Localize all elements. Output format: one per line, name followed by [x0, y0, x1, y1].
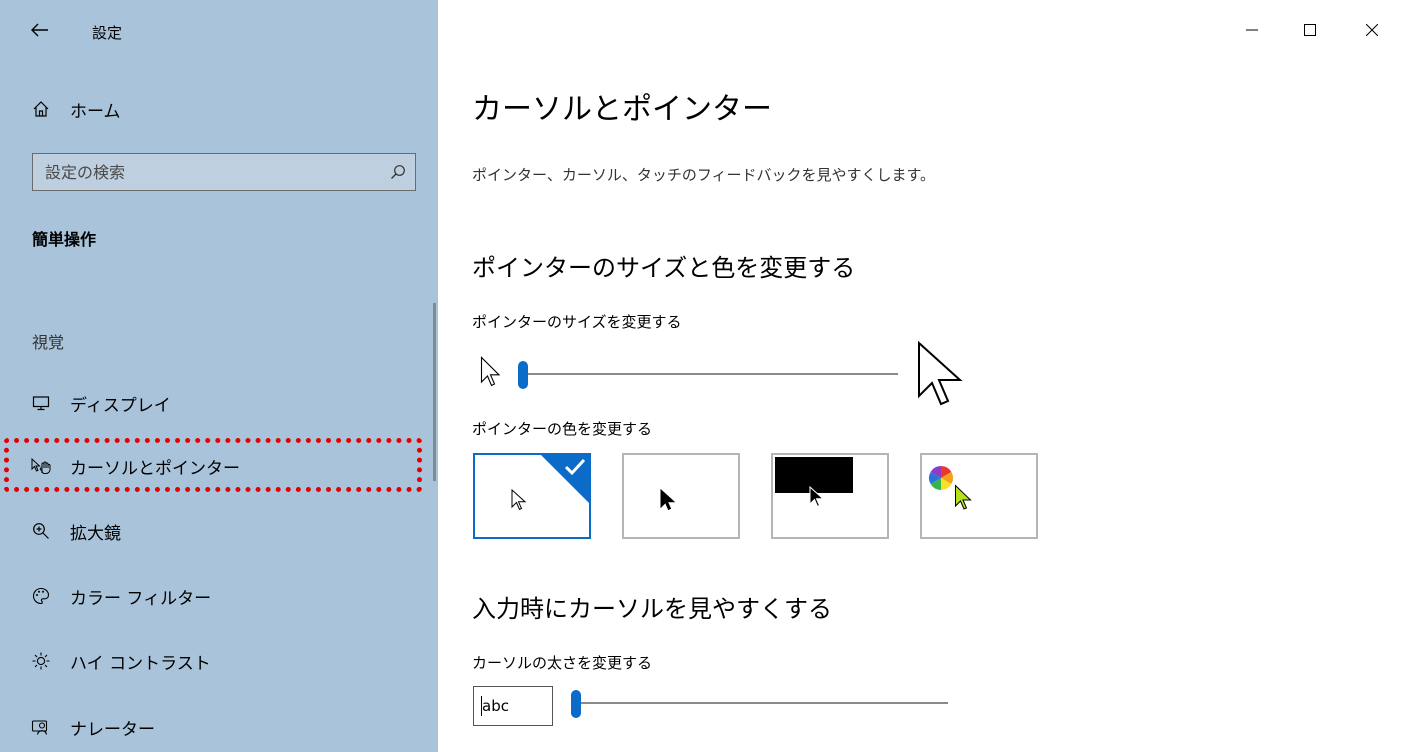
check-icon [564, 458, 586, 476]
sidebar-item-high-contrast[interactable]: ハイ コントラスト [0, 636, 438, 686]
sidebar: 設定 ホーム 簡単操作 視覚 ディスプレイ [0, 0, 438, 752]
cursor-thickness-slider-track[interactable] [574, 702, 948, 704]
cursor-thickness-slider-thumb[interactable] [571, 690, 581, 718]
maximize-icon [1304, 24, 1316, 36]
sidebar-item-cursor-pointer[interactable]: カーソルとポインター [0, 441, 438, 491]
settings-search [32, 153, 416, 191]
pointer-color-white-option[interactable] [473, 453, 591, 539]
cursor-thickness-label: カーソルの太さを変更する [472, 654, 653, 672]
minimize-button[interactable] [1236, 14, 1268, 46]
page-description: ポインター、カーソル、タッチのフィードバックを見やすくします。 [472, 166, 936, 184]
pointer-color-custom-option[interactable] [920, 453, 1038, 539]
home-icon [30, 98, 52, 120]
cursor-preview-text: abc [482, 697, 509, 715]
group-heading-vision: 視覚 [32, 333, 65, 352]
palette-icon [30, 585, 52, 607]
pointer-size-slider-thumb[interactable] [518, 361, 528, 389]
magnifier-icon [30, 520, 52, 542]
sidebar-item-display[interactable]: ディスプレイ [0, 378, 438, 428]
pointer-size-label: ポインターのサイズを変更する [472, 313, 682, 331]
sidebar-item-label: ナレーター [70, 719, 155, 740]
pointer-color-black-option[interactable] [622, 453, 740, 539]
nav-home-label: ホーム [70, 101, 121, 122]
search-icon[interactable] [387, 161, 409, 183]
back-arrow-icon [31, 23, 48, 37]
inverted-pointer-icon [809, 486, 825, 508]
cursor-hand-icon [30, 455, 52, 477]
white-pointer-icon [511, 489, 527, 511]
search-input[interactable] [33, 154, 385, 190]
cursor-section-heading: 入力時にカーソルを見やすくする [472, 595, 832, 623]
sidebar-item-magnifier[interactable]: 拡大鏡 [0, 506, 438, 556]
title-bar: 設定 [0, 0, 438, 64]
narrator-icon [30, 716, 52, 738]
color-wheel-icon [929, 466, 953, 490]
large-pointer-icon [918, 340, 963, 406]
sidebar-item-label: 拡大鏡 [70, 523, 121, 544]
small-pointer-icon [480, 356, 501, 387]
monitor-icon [30, 392, 52, 414]
close-icon [1366, 24, 1378, 36]
app-title: 設定 [92, 24, 123, 42]
page-title: カーソルとポインター [472, 92, 772, 127]
sidebar-item-label: ハイ コントラスト [70, 653, 211, 674]
custom-color-pointer-icon [955, 484, 972, 510]
back-button[interactable] [24, 14, 56, 46]
black-pointer-icon [660, 489, 676, 511]
sidebar-item-label: ディスプレイ [70, 395, 171, 416]
sidebar-scrollbar[interactable] [433, 303, 436, 481]
pointer-color-label: ポインターの色を変更する [472, 420, 653, 438]
maximize-button[interactable] [1294, 14, 1326, 46]
pointer-size-slider-track[interactable] [520, 373, 898, 375]
sidebar-item-label: カラー フィルター [70, 588, 212, 609]
close-button[interactable] [1356, 14, 1388, 46]
nav-home[interactable]: ホーム [0, 84, 438, 134]
sun-icon [30, 650, 52, 672]
sidebar-item-label: カーソルとポインター [70, 458, 240, 479]
pointer-color-inverted-option[interactable] [771, 453, 889, 539]
section-heading: 簡単操作 [32, 230, 97, 249]
minimize-icon [1246, 29, 1258, 31]
cursor-preview-box: abc [473, 686, 553, 726]
pointer-section-heading: ポインターのサイズと色を変更する [472, 254, 856, 282]
sidebar-item-color-filter[interactable]: カラー フィルター [0, 571, 438, 621]
sidebar-item-narrator[interactable]: ナレーター [0, 702, 438, 752]
